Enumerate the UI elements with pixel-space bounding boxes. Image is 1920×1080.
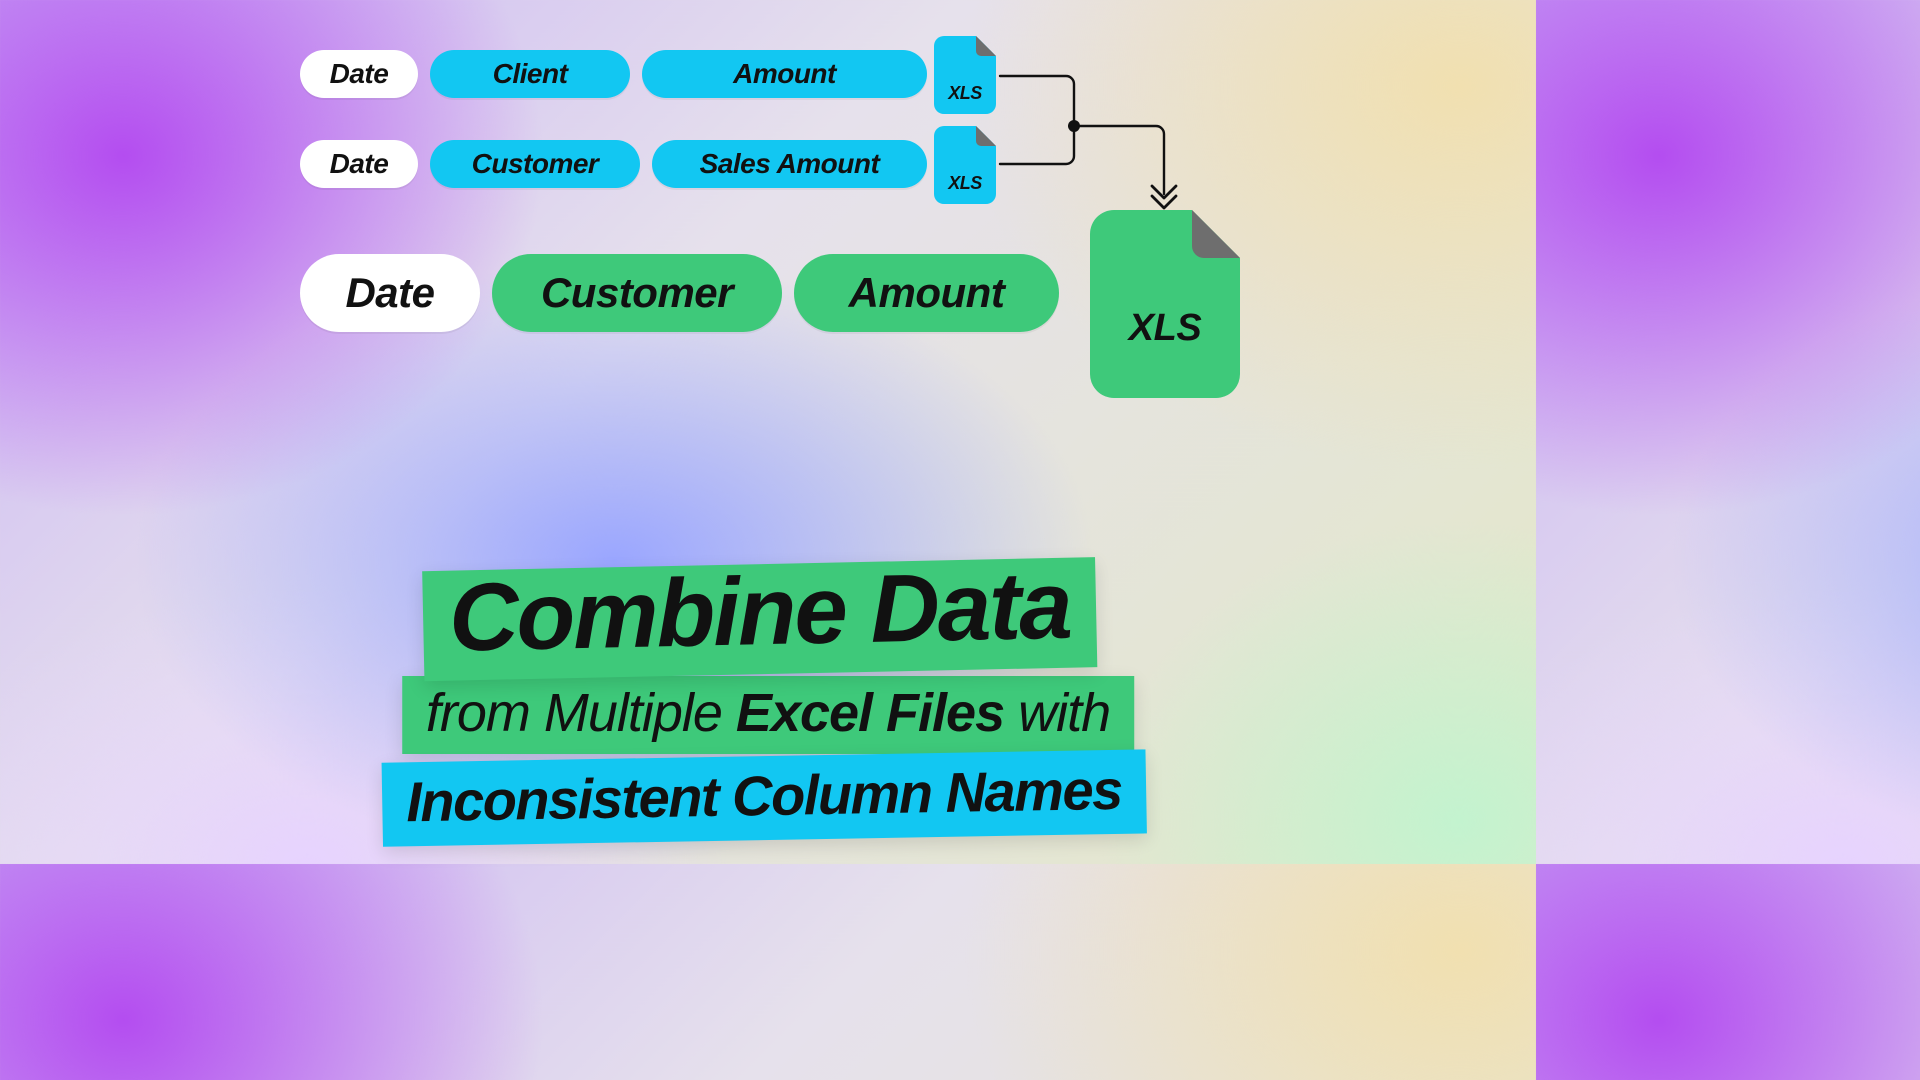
diagram-stage: Date Client Amount Date Customer Sales A…	[0, 0, 1536, 864]
xls-output-file-icon: XLS	[1090, 210, 1240, 398]
title-line-2-suffix: with	[1004, 683, 1110, 743]
xls-label: XLS	[948, 83, 982, 104]
pill-amount: Amount	[794, 254, 1059, 332]
xls-label: XLS	[1129, 307, 1201, 350]
source-row-1: Date Client Amount	[300, 50, 927, 98]
pill-client: Client	[430, 50, 630, 98]
pill-amount: Amount	[642, 50, 927, 98]
xls-file-icon: XLS	[934, 36, 996, 114]
title-line-2: from Multiple Excel Files with	[402, 676, 1134, 754]
title-block: Combine Data from Multiple Excel Files w…	[386, 564, 1150, 840]
pill-customer: Customer	[430, 140, 640, 188]
xls-label: XLS	[948, 173, 982, 194]
output-row: Date Customer Amount	[300, 254, 1059, 332]
xls-file-icon: XLS	[934, 126, 996, 204]
pill-date: Date	[300, 50, 418, 98]
merge-connector	[996, 36, 1256, 216]
pill-date: Date	[300, 254, 480, 332]
pill-sales-amount: Sales Amount	[652, 140, 927, 188]
title-line-3: Inconsistent Column Names	[382, 749, 1147, 846]
title-line-2-bold: Excel Files	[736, 683, 1004, 743]
title-line-1: Combine Data	[422, 557, 1098, 681]
pill-customer: Customer	[492, 254, 782, 332]
source-row-2: Date Customer Sales Amount	[300, 140, 927, 188]
title-line-2-prefix: from Multiple	[426, 683, 736, 743]
pill-date: Date	[300, 140, 418, 188]
